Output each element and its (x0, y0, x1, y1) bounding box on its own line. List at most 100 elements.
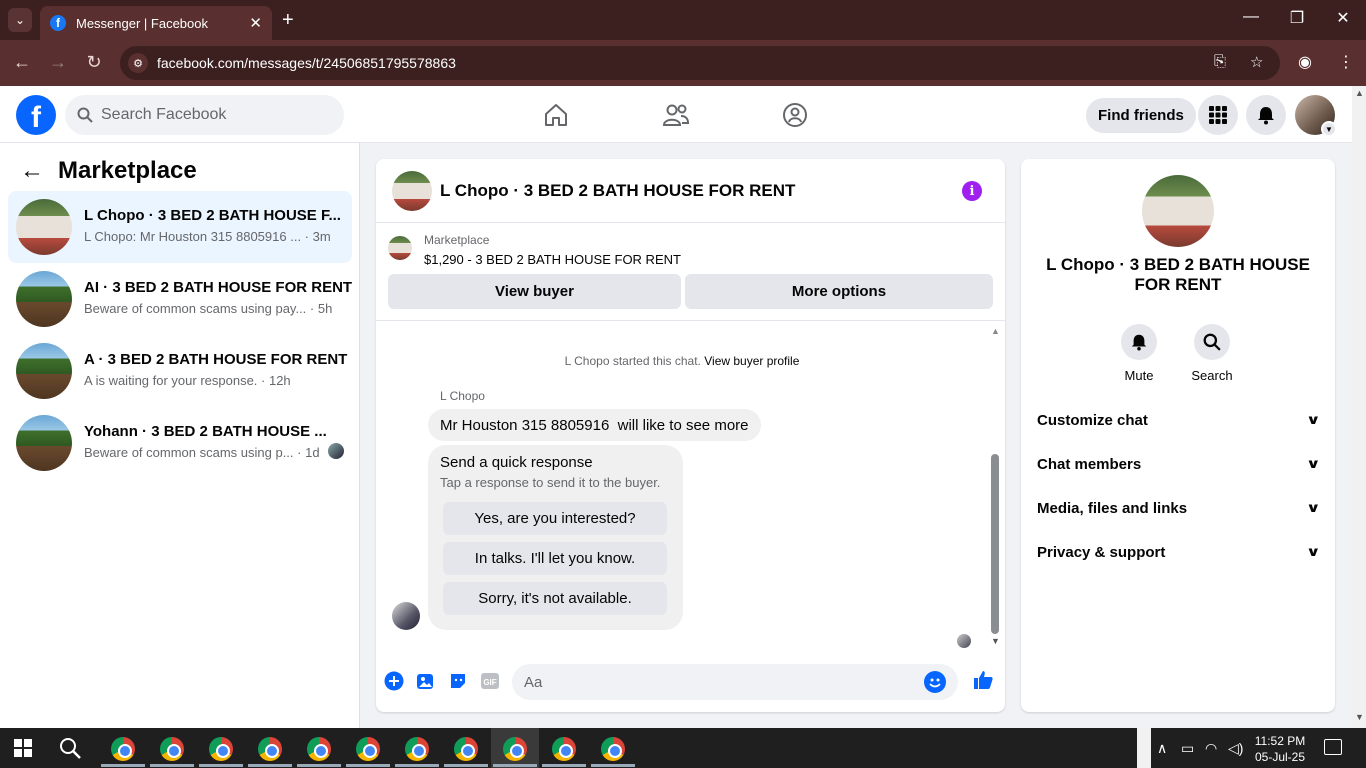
chrome-app-icon[interactable] (444, 737, 488, 767)
reload-icon[interactable]: ↻ (82, 52, 106, 73)
thumbs-up-like-icon[interactable] (972, 669, 994, 691)
view-buyer-button[interactable]: View buyer (388, 274, 681, 309)
close-tab-icon[interactable]: ✕ (249, 14, 262, 32)
chrome-app-icon[interactable] (493, 737, 537, 767)
facebook-logo-icon[interactable]: f (16, 95, 56, 135)
info-icon[interactable]: i (962, 181, 982, 201)
bookmark-star-icon[interactable]: ☆ (1250, 53, 1263, 71)
scroll-up-arrow-icon[interactable]: ▲ (1355, 88, 1364, 98)
add-more-icon[interactable] (383, 670, 405, 692)
search-input[interactable] (101, 106, 321, 124)
quick-response-button[interactable]: Sorry, it's not available. (443, 582, 667, 615)
taskbar-scrollbar[interactable] (1137, 728, 1151, 768)
restore-button[interactable]: ❐ (1282, 8, 1312, 28)
chat-header: L Chopo · 3 BED 2 BATH HOUSE FOR RENT i (376, 159, 1005, 223)
chat-title[interactable]: L Chopo · 3 BED 2 BATH HOUSE FOR RENT (440, 181, 795, 201)
facebook-search[interactable] (65, 95, 344, 135)
battery-icon[interactable]: ▭ (1181, 740, 1194, 757)
chevron-down-icon: ∨ (1306, 544, 1322, 559)
taskbar-clock[interactable]: 11:52 PM 05-Jul-25 (1252, 733, 1308, 765)
chrome-app-icon[interactable] (591, 737, 635, 767)
scroll-down-arrow-icon[interactable]: ▼ (991, 636, 1000, 646)
scroll-down-arrow-icon[interactable]: ▼ (1355, 712, 1364, 722)
sender-name: L Chopo (440, 389, 485, 403)
photo-icon[interactable] (415, 670, 437, 692)
notifications-bell-icon[interactable] (1246, 95, 1286, 135)
conversation-item[interactable]: AI · 3 BED 2 BATH HOUSE FOR RENT Beware … (8, 263, 352, 335)
taskbar-search-icon[interactable] (58, 736, 82, 765)
address-bar[interactable]: ⚙ facebook.com/messages/t/24506851795578… (120, 46, 1280, 80)
scrollbar-thumb[interactable] (991, 454, 999, 634)
more-options-button[interactable]: More options (685, 274, 993, 309)
scroll-up-arrow-icon[interactable]: ▲ (991, 326, 1000, 336)
chat-info-avatar[interactable] (1142, 175, 1214, 247)
conversation-title: A · 3 BED 2 BATH HOUSE FOR RENT (84, 351, 348, 368)
conversation-item[interactable]: A · 3 BED 2 BATH HOUSE FOR RENT A is wai… (8, 335, 352, 407)
chat-avatar[interactable] (392, 171, 432, 211)
sticker-icon[interactable] (447, 670, 469, 692)
listing-price[interactable]: $1,290 - 3 BED 2 BATH HOUSE FOR RENT (424, 252, 681, 267)
section-label: Privacy & support (1037, 543, 1166, 561)
chrome-app-icon[interactable] (395, 737, 439, 767)
gif-icon[interactable]: GIF (479, 670, 501, 692)
forward-arrow-icon[interactable]: → (46, 52, 70, 73)
message-input-field[interactable] (512, 664, 958, 700)
browser-tab-strip: ⌄ f Messenger | Facebook ✕ + — ❐ ✕ (0, 0, 1366, 40)
chat-scrollbar[interactable]: ▲ ▼ (988, 324, 1002, 649)
quick-response-button[interactable]: In talks. I'll let you know. (443, 542, 667, 575)
chat-started-text: L Chopo started this chat. (564, 354, 701, 368)
conversation-preview: Beware of common scams using pay... · 5h (84, 301, 333, 316)
browser-tab[interactable]: f Messenger | Facebook ✕ (40, 6, 272, 40)
view-buyer-profile-link[interactable]: View buyer profile (704, 354, 799, 368)
site-info-icon[interactable]: ⚙ (128, 53, 148, 73)
url-text[interactable]: facebook.com/messages/t/2450685179557886… (157, 55, 456, 71)
listing-banner: Marketplace $1,290 - 3 BED 2 BATH HOUSE … (376, 223, 1005, 321)
sidebar-header: ← Marketplace (20, 157, 197, 185)
back-arrow-icon[interactable]: ← (20, 157, 44, 185)
show-hidden-icons-chevron-icon[interactable]: ∧ (1157, 740, 1167, 757)
mute-button[interactable]: Mute (1111, 324, 1167, 383)
conversation-item[interactable]: L Chopo · 3 BED 2 BATH HOUSE F... L Chop… (8, 191, 352, 263)
find-friends-button[interactable]: Find friends (1086, 98, 1196, 133)
conversation-item[interactable]: Yohann · 3 BED 2 BATH HOUSE ... Beware o… (8, 407, 352, 479)
browser-toolbar: ← → ↻ ⚙ facebook.com/messages/t/24506851… (0, 40, 1366, 86)
section-label: Media, files and links (1037, 499, 1188, 517)
chat-members-section[interactable]: Chat members ∨ (1037, 444, 1321, 484)
customize-chat-section[interactable]: Customize chat ∨ (1037, 400, 1321, 440)
chrome-app-icon[interactable] (542, 737, 586, 767)
search-in-chat-button[interactable]: Search (1184, 324, 1240, 383)
menu-grid-icon[interactable] (1198, 95, 1238, 135)
close-window-button[interactable]: ✕ (1328, 8, 1358, 28)
friends-icon[interactable] (661, 100, 691, 130)
media-files-links-section[interactable]: Media, files and links ∨ (1037, 488, 1322, 528)
privacy-support-section[interactable]: Privacy & support ∨ (1037, 532, 1322, 572)
wifi-icon[interactable]: ◠ (1205, 740, 1217, 757)
chrome-app-icon[interactable] (150, 737, 194, 767)
notification-center-icon[interactable] (1324, 739, 1342, 755)
chevron-down-icon: ∨ (1306, 500, 1322, 515)
volume-icon[interactable]: ◁) (1228, 740, 1243, 757)
message-bubble[interactable]: Mr Houston 315 8805916 will like to see … (428, 409, 761, 441)
profile-icon[interactable]: ◉ (1298, 52, 1312, 72)
conversation-preview: Beware of common scams using p... · 1d (84, 445, 320, 460)
page-scrollbar[interactable]: ▲ ▼ (1352, 86, 1366, 728)
chrome-app-icon[interactable] (199, 737, 243, 767)
minimize-button[interactable]: — (1236, 8, 1266, 26)
chevron-down-icon[interactable]: ▼ (1321, 121, 1337, 137)
message-input[interactable] (524, 673, 914, 691)
chrome-app-icon[interactable] (297, 737, 341, 767)
windows-start-icon[interactable] (14, 739, 32, 757)
home-icon[interactable] (541, 100, 571, 130)
chrome-app-icon[interactable] (248, 737, 292, 767)
emoji-icon[interactable] (924, 671, 946, 693)
chrome-app-icon[interactable] (346, 737, 390, 767)
install-app-icon[interactable]: ⎘ (1214, 53, 1226, 70)
new-tab-button[interactable]: + (282, 9, 294, 32)
quick-response-button[interactable]: Yes, are you interested? (443, 502, 667, 535)
back-arrow-icon[interactable]: ← (10, 52, 34, 73)
section-label: Customize chat (1037, 411, 1148, 429)
browser-menu-icon[interactable]: ⋮ (1338, 52, 1354, 72)
tab-search-button[interactable]: ⌄ (8, 8, 32, 32)
chrome-app-icon[interactable] (101, 737, 145, 767)
groups-icon[interactable] (780, 100, 810, 130)
